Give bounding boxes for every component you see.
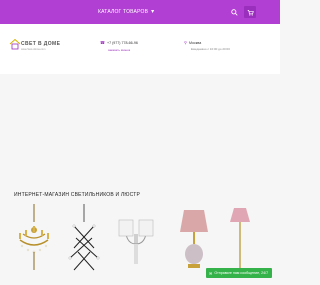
callback-link[interactable]: заказать звонок: [108, 48, 130, 52]
city-label: Москва: [188, 40, 202, 45]
chat-bubble-icon: ✉: [209, 270, 213, 276]
chandelier-black-image: [68, 204, 100, 271]
catalog-label: КАТАЛОГ ТОВАРОВ: [98, 9, 149, 15]
chevron-down-icon: ▾: [151, 9, 155, 15]
location-block: ⚲ Москва: [184, 40, 201, 45]
phone-block[interactable]: ☎ +7 (977) 778-66-96: [100, 40, 138, 45]
location-pin-icon: ⚲: [184, 40, 187, 45]
catalog-menu-button[interactable]: КАТАЛОГ ТОВАРОВ ▾: [98, 6, 154, 18]
logo-brand: СВЕТ В ДОМЕ: [21, 41, 61, 47]
logo-subtitle: www.Svet-doma.com: [21, 48, 46, 51]
phone-icon: ☎: [100, 40, 105, 45]
section-title: ИНТЕРНЕТ-МАГАЗИН СВЕТИЛЬНИКОВ И ЛЮСТР: [14, 192, 141, 198]
product-card-chandelier-gold[interactable]: [14, 204, 54, 280]
phone-number: +7 (977) 778-66-96: [106, 40, 138, 45]
wall-lamp-image: [118, 219, 154, 264]
house-icon: [9, 38, 21, 50]
chat-widget-button[interactable]: ✉ Отправьте нам сообщение, 24/7: [206, 268, 272, 278]
working-hours: Ежедневно с 10:00 до 20:00: [191, 47, 230, 51]
site-logo[interactable]: СВЕТ В ДОМЕ www.Svet-doma.com: [9, 38, 61, 56]
chandelier-gold-image: [19, 204, 49, 270]
chat-label: Отправьте нам сообщение, 24/7: [214, 271, 269, 275]
product-card-chandelier-black[interactable]: [64, 204, 104, 280]
search-icon[interactable]: [228, 6, 240, 18]
top-navigation-bar: КАТАЛОГ ТОВАРОВ ▾: [0, 0, 280, 24]
product-card-wall-lamp[interactable]: [116, 204, 156, 280]
cart-icon[interactable]: [244, 6, 256, 18]
